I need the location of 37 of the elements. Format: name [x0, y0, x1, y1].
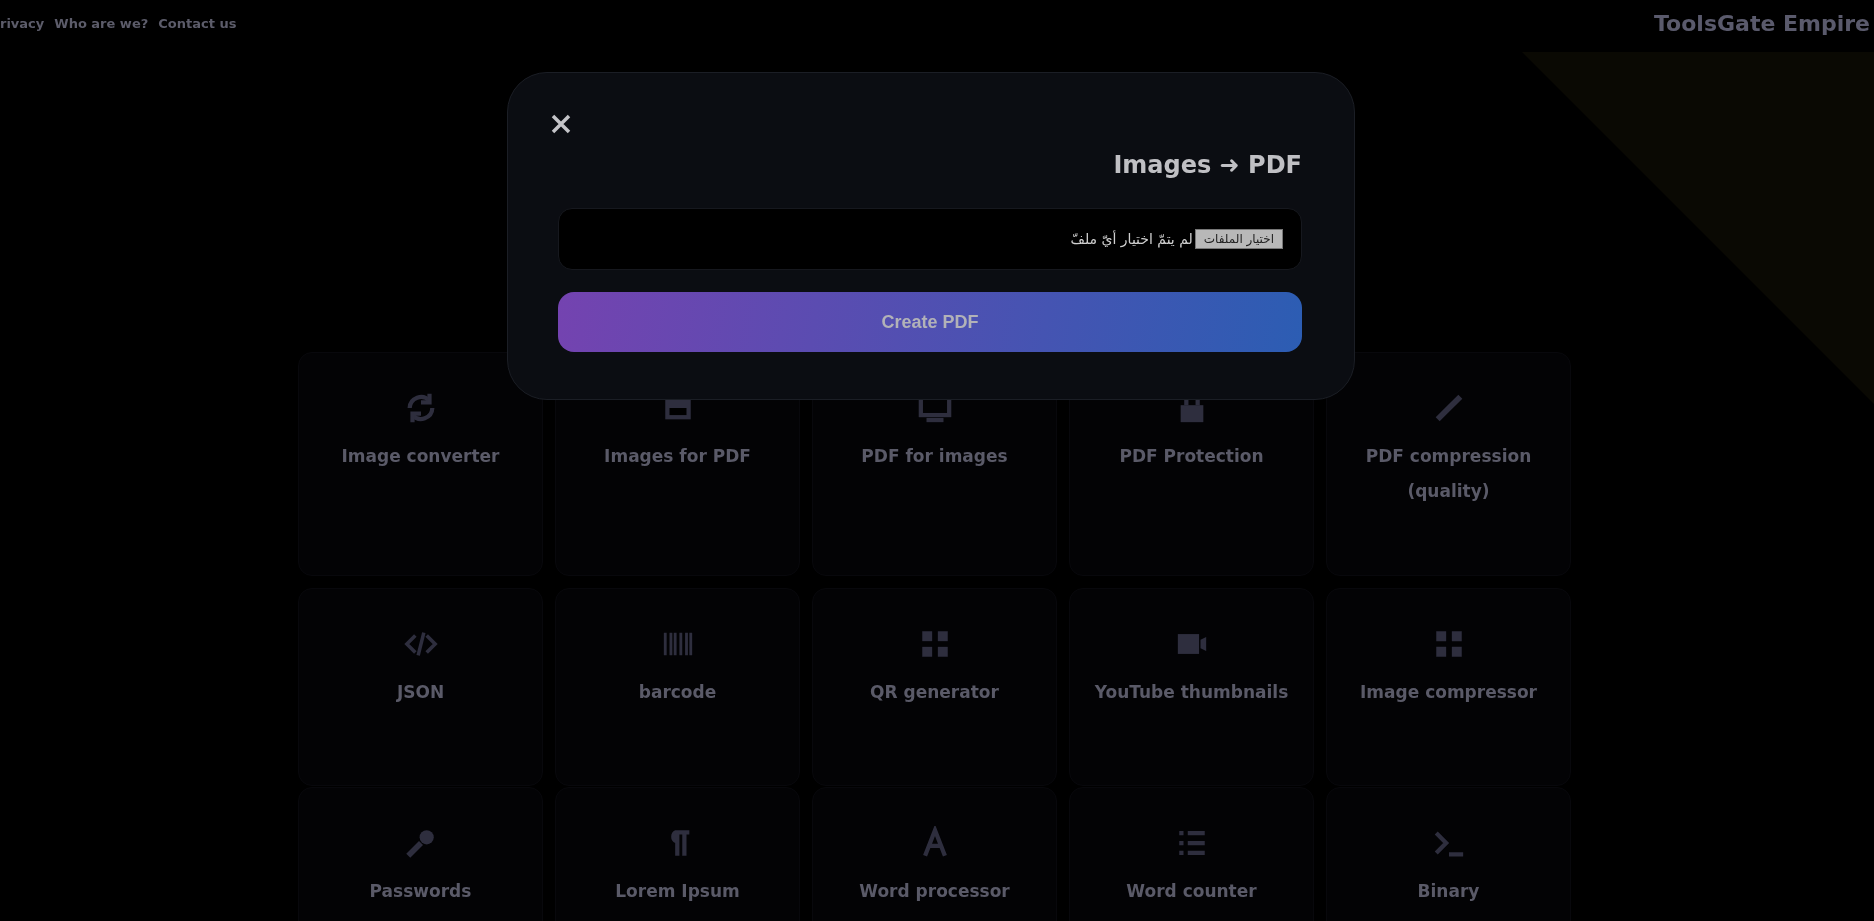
tool-card[interactable]: Image converter	[298, 352, 543, 576]
tool-label: YouTube thumbnails	[1094, 681, 1289, 704]
tool-label: barcode	[638, 681, 717, 704]
tool-card[interactable]: barcode	[555, 588, 800, 786]
tool-label: Word counter	[1126, 880, 1257, 903]
nav-link[interactable]: Contact us	[158, 15, 237, 31]
tool-label: PDF for images	[861, 445, 1008, 468]
close-icon[interactable]	[550, 113, 572, 135]
tool-label: QR generator	[870, 681, 999, 704]
tool-label: JSON	[396, 681, 445, 704]
tool-label: Word processor	[859, 880, 1010, 903]
tool-card[interactable]: Passwords	[298, 787, 543, 921]
tool-label: Images for PDF	[604, 445, 751, 468]
tool-card[interactable]: Word counter	[1069, 787, 1314, 921]
brand-name: ToolsGate Empire	[1654, 10, 1870, 36]
tool-card[interactable]: PDF compression (quality)	[1326, 352, 1571, 576]
file-input-field[interactable]: اختيار الملفات لم يتمّ اختيار أيّ ملفّ	[558, 208, 1302, 270]
tool-card[interactable]: JSON	[298, 588, 543, 786]
create-pdf-button[interactable]: Create PDF	[558, 292, 1302, 352]
tool-label: PDF Protection	[1119, 445, 1264, 468]
tool-card[interactable]: Binary	[1326, 787, 1571, 921]
tool-label: Binary	[1417, 880, 1480, 903]
tool-card[interactable]: Lorem Ipsum	[555, 787, 800, 921]
tool-card[interactable]: Word processor	[812, 787, 1057, 921]
tool-card[interactable]: QR generator	[812, 588, 1057, 786]
tool-label: PDF compression (quality)	[1364, 445, 1533, 503]
tool-label: Image compressor	[1360, 681, 1537, 704]
file-status: لم يتمّ اختيار أيّ ملفّ	[1070, 231, 1193, 247]
nav-link[interactable]: rivacy	[0, 15, 45, 31]
tool-label: Lorem Ipsum	[615, 880, 740, 903]
tool-card[interactable]: YouTube thumbnails	[1069, 588, 1314, 786]
nav-link[interactable]: Who are we?	[54, 15, 149, 31]
tool-label: Passwords	[369, 880, 472, 903]
tool-card[interactable]: Image compressor	[1326, 588, 1571, 786]
choose-files-button[interactable]: اختيار الملفات	[1194, 229, 1283, 249]
modal-title: Images ➜ PDF	[1113, 151, 1302, 179]
tool-label: Image converter	[341, 445, 500, 468]
